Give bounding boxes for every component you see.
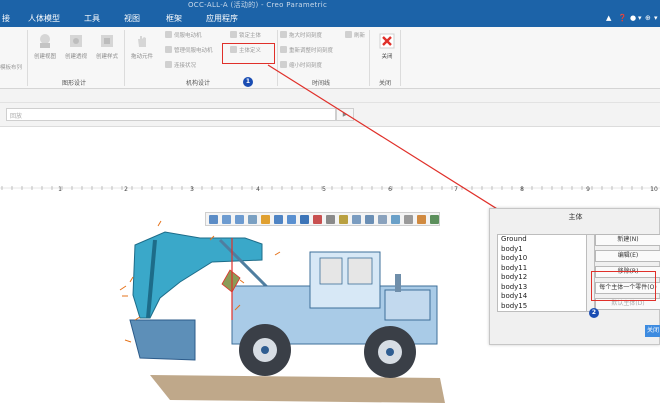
list-item[interactable]: body13	[498, 283, 586, 293]
list-item[interactable]: body12	[498, 273, 586, 283]
body-list[interactable]: Ground body1 body10 body11 body12 body13…	[497, 234, 587, 312]
list-item[interactable]: Ground	[498, 235, 586, 245]
edit-body-button[interactable]: 编辑(E)	[595, 250, 660, 262]
dialog-title: 主体	[568, 213, 583, 221]
list-item[interactable]: body1	[498, 245, 586, 255]
list-item[interactable]: body11	[498, 264, 586, 274]
step-badge-2: 2	[589, 308, 599, 318]
list-item[interactable]: body15	[498, 302, 586, 312]
new-body-button[interactable]: 新建(N)	[595, 234, 660, 246]
highlight-one-body-per-part	[591, 271, 656, 301]
list-item[interactable]: body14	[498, 292, 586, 302]
list-item[interactable]: body10	[498, 254, 586, 264]
dialog-close-button[interactable]: 关闭	[645, 325, 660, 337]
